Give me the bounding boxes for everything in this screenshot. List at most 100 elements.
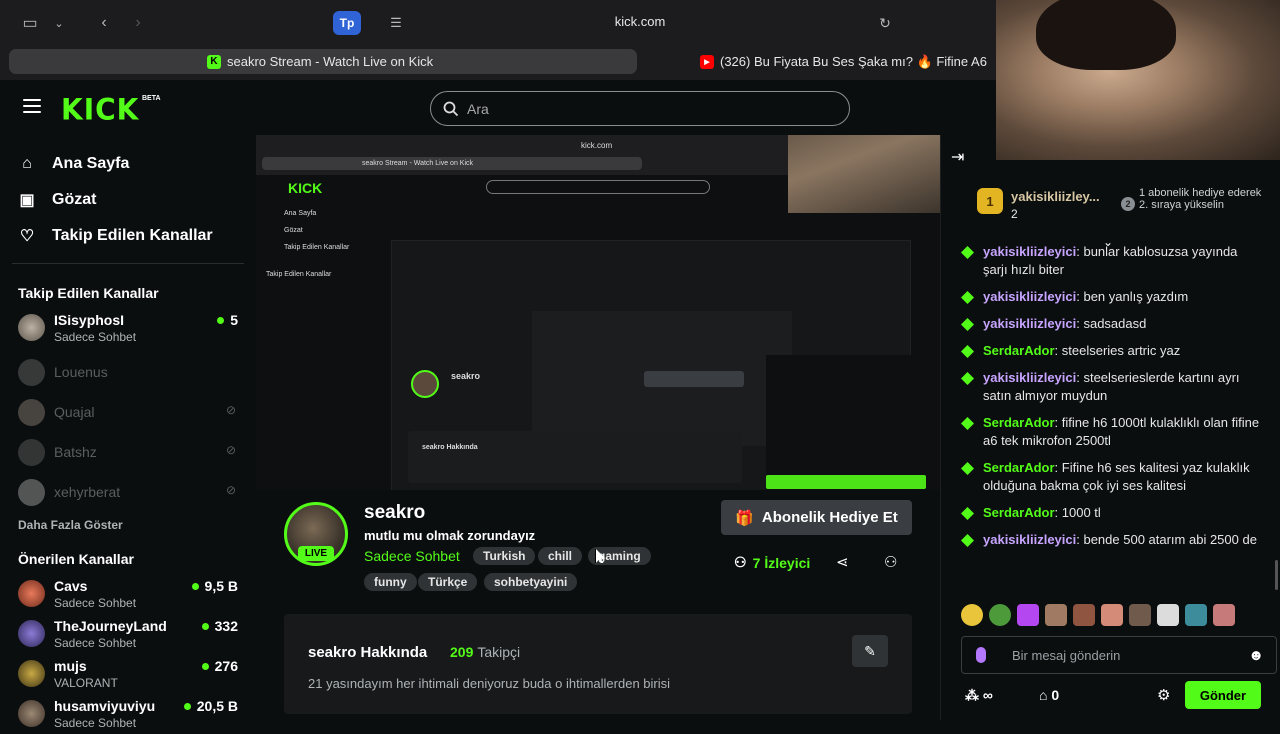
emoji-icon[interactable]: ☻ xyxy=(1248,647,1264,664)
tag[interactable]: Turkish xyxy=(473,547,536,565)
gear-icon[interactable]: ⚙ xyxy=(1157,686,1170,704)
chat-username: yakisikliizleyici xyxy=(983,532,1077,547)
forward-button[interactable]: › xyxy=(124,10,152,36)
chat-username: SerdarAdor xyxy=(983,415,1055,430)
mic-icon[interactable] xyxy=(976,647,986,663)
followed-channel[interactable]: Batshz ⊘ xyxy=(18,437,240,473)
rank-badge: 1 xyxy=(977,188,1003,214)
search-input[interactable] xyxy=(467,100,827,117)
nav-home[interactable]: ⌂ Ana Sayfa xyxy=(18,155,129,173)
followed-channel[interactable]: xehyrberat ⊘ xyxy=(18,477,240,513)
tag[interactable]: Türkçe xyxy=(418,573,478,591)
emote-icon[interactable] xyxy=(1157,604,1179,626)
leader-name[interactable]: yakisikliizley... xyxy=(1011,189,1100,204)
gift-subscription-button[interactable]: 🎁 Abonelik Hediye Et xyxy=(721,500,912,535)
share-icon[interactable]: ⋖ xyxy=(836,553,849,571)
send-button[interactable]: Gönder xyxy=(1185,681,1261,709)
about-card: seakro Hakkında 209 Takipçi 21 yasındayım… xyxy=(284,614,912,714)
video-frame-tab: seakro Stream - Watch Live on Kick xyxy=(262,157,642,170)
followed-channel[interactable]: Louenus xyxy=(18,357,240,393)
emote-icon[interactable] xyxy=(1101,604,1123,626)
store-count[interactable]: ⌂ 0 xyxy=(1039,687,1059,703)
followed-channel[interactable]: ISisyphosI Sadece Sohbet 5 xyxy=(18,312,240,348)
recommended-channel[interactable]: TheJourneyLand Sadece Sohbet 332 xyxy=(18,618,240,654)
emote-icon[interactable] xyxy=(961,604,983,626)
chat-username: yakisikliizleyici xyxy=(983,244,1077,259)
tag[interactable]: chill xyxy=(538,547,583,565)
kick-logo[interactable]: KICK xyxy=(61,92,139,127)
about-title: seakro Hakkında xyxy=(308,644,428,661)
nav-browse[interactable]: ▣ Gözat xyxy=(18,191,96,209)
chat-message: SerdarAdor: Fifine h6 ses kalitesi yaz k… xyxy=(961,459,1261,495)
avatar xyxy=(18,660,45,687)
nav-label: Gözat xyxy=(52,191,97,208)
follow-icon[interactable]: ⚇ xyxy=(884,553,897,571)
sub-badge-icon xyxy=(961,246,974,259)
chat-username: yakisikliizleyici xyxy=(983,316,1077,331)
avatar xyxy=(18,399,45,426)
chat-scrollbar[interactable] xyxy=(1275,560,1278,590)
chat-input-box[interactable]: ☻ xyxy=(961,636,1277,674)
search-box[interactable] xyxy=(430,91,850,126)
recommended-channel[interactable]: Cavs Sadece Sohbet 9,5 B xyxy=(18,578,240,614)
menu-icon[interactable] xyxy=(23,99,41,113)
sidebar-toggle-icon[interactable]: ▭ xyxy=(16,10,44,36)
address-bar[interactable]: kick.com xyxy=(540,14,740,29)
chat-message: yakisikliizleyici: bende 500 atarım abi … xyxy=(961,531,1261,549)
video-frame-streamer: seakro xyxy=(451,371,481,381)
emote-icon[interactable] xyxy=(1185,604,1207,626)
emote-icon[interactable] xyxy=(1045,604,1067,626)
emote-icon[interactable] xyxy=(1017,604,1039,626)
chat-message: SerdarAdor: steelseries artric yaz xyxy=(961,342,1261,360)
followed-section-title: Takip Edilen Kanallar xyxy=(18,285,159,301)
emote-icon[interactable] xyxy=(1213,604,1235,626)
live-dot-icon xyxy=(201,662,209,670)
chat-message: yakisikliizleyici: sadsadasd xyxy=(961,315,1261,333)
video-player[interactable]: kick.com seakro Stream - Watch Live on K… xyxy=(256,135,940,490)
chat-username: SerdarAdor xyxy=(983,505,1055,520)
back-button[interactable]: ‹ xyxy=(88,10,120,36)
reload-icon[interactable]: ↻ xyxy=(875,10,895,36)
avatar xyxy=(18,479,45,506)
followed-channel[interactable]: Quajal ⊘ xyxy=(18,397,240,433)
chat-username: yakisikliizleyici xyxy=(983,289,1077,304)
emote-icon[interactable] xyxy=(1073,604,1095,626)
channel-category: Sadece Sohbet xyxy=(54,330,137,344)
store-icon: ⌂ xyxy=(1039,687,1052,703)
recommended-channel[interactable]: mujs VALORANT 276 xyxy=(18,658,240,694)
video-frame-avatar xyxy=(411,370,439,398)
sub-badge-icon xyxy=(961,507,974,520)
reader-icon[interactable]: ☰ xyxy=(386,10,406,36)
channel-name: xehyrberat xyxy=(54,484,121,500)
tab-active[interactable]: K seakro Stream - Watch Live on Kick xyxy=(9,49,637,74)
tab-youtube[interactable]: ▶ (326) Bu Fiyata Bu Ses Şaka mı? 🔥 Fifi… xyxy=(700,49,1000,74)
emote-icon[interactable] xyxy=(989,604,1011,626)
emote-icon[interactable] xyxy=(1129,604,1151,626)
avatar xyxy=(18,314,45,341)
avatar xyxy=(18,439,45,466)
edit-button[interactable]: ✎ xyxy=(852,635,888,667)
tag[interactable]: sohbetyayini xyxy=(484,573,578,591)
channel-name: TheJourneyLand xyxy=(54,618,167,634)
extension-icon[interactable]: Tp xyxy=(333,11,361,35)
channel-category: VALORANT xyxy=(54,676,118,690)
live-dot-icon xyxy=(201,622,209,630)
nav-following[interactable]: ♡ Takip Edilen Kanallar xyxy=(18,227,213,245)
tag[interactable]: funny xyxy=(364,573,417,591)
video-frame-gift xyxy=(644,371,744,387)
channel-points[interactable]: ⁂ ∞ xyxy=(965,687,993,704)
sub-badge-icon xyxy=(961,372,974,385)
chevron-down-icon[interactable]: ⌄ xyxy=(50,10,68,36)
divider xyxy=(12,263,244,264)
chat-footer: ⁂ ∞ ⌂ 0 ⚙ Gönder xyxy=(961,681,1277,709)
viewer-count: 9,5 B xyxy=(191,578,238,594)
show-more-link[interactable]: Daha Fazla Göster xyxy=(18,518,123,532)
collapse-chat-icon[interactable]: ⇥ xyxy=(951,147,964,167)
recommended-channel[interactable]: husamviyuviyu Sadece Sohbet 20,5 B xyxy=(18,698,240,734)
stream-category[interactable]: Sadece Sohbet xyxy=(364,548,460,564)
streamer-name[interactable]: seakro xyxy=(364,502,425,524)
chat-input[interactable] xyxy=(1012,647,1232,663)
chat-text: 1000 tl xyxy=(1061,505,1101,520)
avatar xyxy=(18,620,45,647)
live-dot-icon xyxy=(191,582,199,590)
